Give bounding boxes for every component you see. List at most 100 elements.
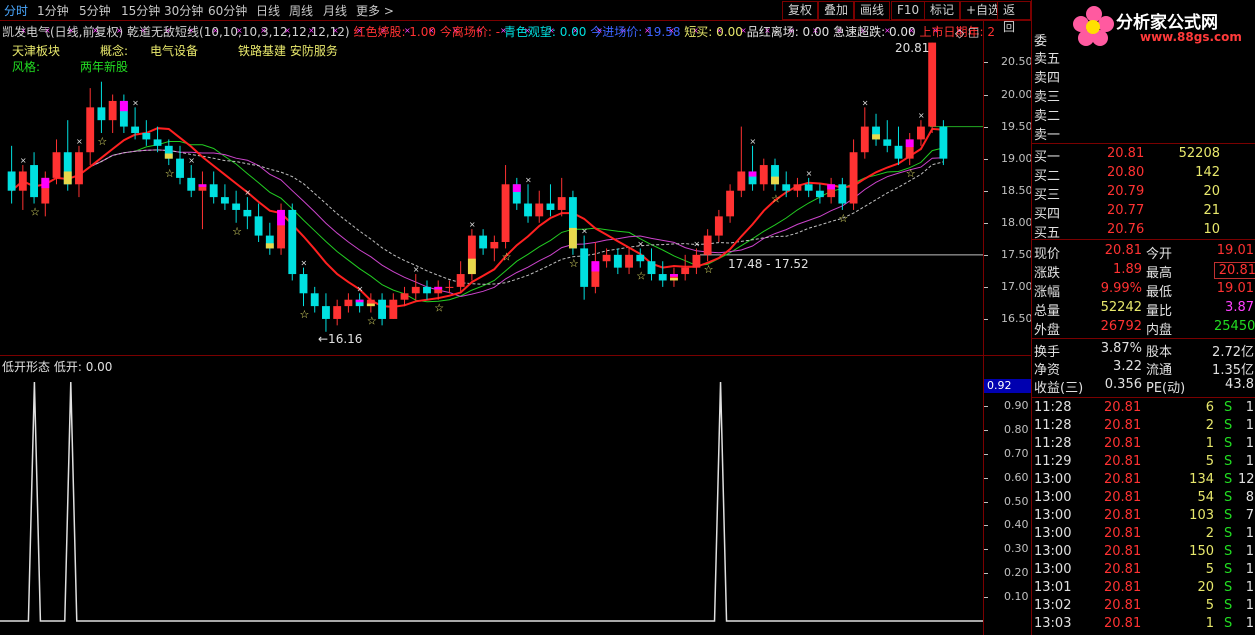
sell-level-label: 卖四 (1034, 71, 1061, 86)
tick-time: 13:01 (1034, 580, 1072, 595)
period-tab-weekly[interactable]: 周线 (289, 2, 313, 19)
tick-time: 13:02 (1034, 598, 1072, 613)
indicator-item: 急速超跌: 0.00 (833, 25, 920, 39)
period-tab-daily[interactable]: 日线 (256, 2, 280, 19)
tick-volume: 6 (1205, 400, 1214, 415)
mark-button[interactable]: 标记 (924, 1, 961, 20)
sub-tick (984, 405, 988, 407)
candle-body (917, 126, 925, 140)
candle-highlight (748, 171, 757, 177)
indicator-item: 短买: 0.00 (684, 25, 747, 39)
sub-tick-label: 0.20 (1004, 566, 1029, 580)
cross-signal-icon: × (525, 175, 532, 184)
candle-body (389, 299, 398, 319)
candle-body (254, 216, 263, 236)
tick-time: 13:00 (1034, 472, 1072, 487)
star-signal-icon: ☆ (906, 167, 916, 180)
price-tick (984, 222, 988, 224)
cross-signal-icon: × (300, 259, 307, 268)
tick-side: S (1224, 544, 1233, 559)
period-tab-more[interactable]: 更多 > (356, 2, 394, 19)
tick-volume: 2 (1205, 418, 1214, 433)
candle-body (535, 203, 544, 217)
sub-indicator-axis: 0.90 0.80 0.70 0.60 0.50 0.40 0.30 0.20 0.10 (984, 356, 1031, 635)
quote-value: 25450 (1214, 319, 1255, 334)
quote-value: 19.01 (1216, 281, 1254, 296)
tick-side: S (1224, 562, 1233, 577)
candle-body (894, 145, 903, 159)
tick-side: S (1224, 490, 1233, 505)
price-axis: 20.50 20.00 19.50 19.00 18.50 18.00 17.50 17.00… (984, 20, 1033, 355)
star-signal-icon: ☆ (704, 263, 714, 276)
period-tab-fenshi[interactable]: 分时 (4, 2, 28, 19)
ma-purple-line (11, 149, 944, 298)
candle-body (344, 299, 353, 307)
candle-body (153, 139, 162, 146)
tick-price: 20.81 (1104, 418, 1142, 433)
period-tab-5min[interactable]: 5分钟 (79, 2, 111, 19)
period-tab-15min[interactable]: 15分钟 (121, 2, 160, 19)
overlay-button[interactable]: 叠加 (818, 1, 855, 20)
candle-body (804, 184, 813, 191)
quote-divider-2 (1032, 338, 1255, 339)
sell-level-label: 卖三 (1034, 90, 1061, 105)
tick-side: S (1224, 580, 1233, 595)
candle-body (232, 203, 241, 210)
quote-value: 1.89 (1113, 262, 1142, 277)
tick-side: S (1224, 616, 1233, 631)
sub-tick-label: 0.90 (1004, 398, 1029, 412)
quote-label: 最低 (1146, 285, 1173, 300)
cross-signal-icon: × (244, 188, 251, 197)
star-signal-icon: ☆ (569, 257, 579, 270)
orderbook-divider (1032, 143, 1255, 144)
candle-body (411, 286, 420, 294)
fuquan-button[interactable]: 复权 (782, 1, 819, 20)
window-toggle-icon[interactable]: □ (968, 25, 979, 39)
high-price-annotation: 20.81 (895, 41, 930, 55)
candle-body (378, 299, 387, 319)
fundamental-label: 换手 (1034, 345, 1061, 360)
diamond-icon[interactable]: ◇ (955, 26, 964, 40)
logo: 分析家公式网 www.88gs.com (1072, 2, 1255, 50)
f10-button[interactable]: F10 (891, 1, 926, 20)
indicator-values: 红色婷股: 1.00 今离场价: - 青色观望: 0.00 今进场价: 19.5… (353, 25, 995, 39)
star-signal-icon: ☆ (771, 193, 781, 206)
draw-line-button[interactable]: 画线 (854, 1, 891, 20)
period-tab-30min[interactable]: 30分钟 (164, 2, 203, 19)
indicator-item: 今离场价: - (439, 25, 504, 39)
price-tick (984, 190, 988, 192)
tick-count: 1 (1245, 400, 1254, 415)
tick-count: 1 (1245, 580, 1254, 595)
candle-highlight (905, 139, 914, 148)
tick-side: S (1224, 508, 1233, 523)
candle-body (52, 152, 61, 178)
period-tab-1min[interactable]: 1分钟 (37, 2, 69, 19)
candle-body (333, 306, 342, 319)
candle-body (636, 254, 645, 262)
tick-volume: 5 (1205, 454, 1214, 469)
candle-body (681, 267, 690, 275)
buy-level-label: 买二 (1034, 169, 1061, 184)
candle-body (501, 184, 510, 242)
tick-side: S (1224, 436, 1233, 451)
candle-body (793, 184, 802, 191)
period-tab-60min[interactable]: 60分钟 (208, 2, 247, 19)
indicator-subchart[interactable] (0, 356, 983, 635)
sub-tick-label: 0.10 (1004, 590, 1029, 604)
tick-side: S (1224, 418, 1233, 433)
price-tick (984, 158, 988, 160)
tick-price: 20.81 (1104, 454, 1142, 469)
buy-level-price: 20.80 (1107, 165, 1145, 180)
candlestick-chart[interactable]: ×☆× ☆×☆×☆×☆××☆×☆×☆×☆×☆× ×☆×☆×☆×☆×× × × × × × × × ×… (0, 20, 983, 355)
tick-price: 20.81 (1104, 562, 1142, 577)
tick-price: 20.81 (1104, 490, 1142, 505)
period-tab-monthly[interactable]: 月线 (323, 2, 347, 19)
quote-panel: 分析家公式网 www.88gs.com 委 卖五 卖四 卖三 卖二 卖一 买一 20.81… (1032, 0, 1255, 635)
back-button[interactable]: 返回 (997, 1, 1031, 34)
tick-count: 8 (1245, 490, 1254, 505)
candle-highlight (568, 227, 577, 249)
tick-side: S (1224, 598, 1233, 613)
sub-tick (984, 429, 988, 431)
candle-body (759, 165, 768, 185)
sub-tick (984, 501, 988, 503)
